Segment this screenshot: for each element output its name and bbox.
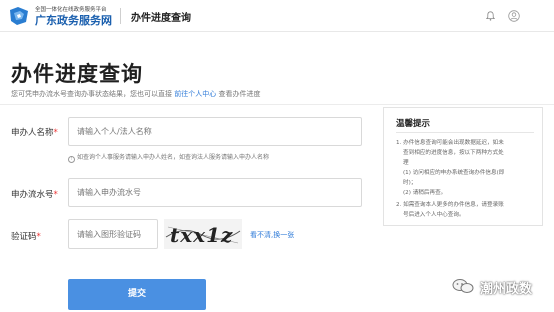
tips-title: 温馨提示: [396, 119, 431, 129]
serial-number-label: 申办流水号*: [11, 188, 58, 200]
subtitle-prefix: 您可凭申办流水号查询办事状态结果，您也可以直接: [11, 90, 172, 98]
captcha-noise-icon: txx1z: [165, 223, 241, 247]
captcha-label: 验证码*: [11, 230, 41, 242]
page: 全国一体化在线政务服务平台 广东政务服务网 办件进度查询 办件进度查询 您可凭申…: [0, 0, 554, 312]
applicant-name-label: 申办人名称*: [11, 126, 58, 138]
top-header: 全国一体化在线政务服务平台 广东政务服务网 办件进度查询: [0, 0, 554, 32]
header-divider: [120, 8, 121, 24]
brand-name[interactable]: 广东政务服务网: [35, 12, 112, 28]
captcha-label-text: 验证码: [11, 232, 37, 242]
tips-line: 1. 办件信息查询可能会出现数据延迟，如未: [396, 140, 504, 146]
page-title: 办件进度查询: [11, 62, 143, 86]
title-divider: [0, 104, 554, 105]
subtitle-suffix: 查看办件进度: [218, 90, 261, 98]
tips-line: (2) 请稍后再查。: [403, 190, 447, 196]
applicant-name-hint-text: 如查询个人事服务请输入申办人姓名，如查询法人服务请输入申办人名称: [77, 154, 270, 161]
captcha-image[interactable]: txx1z: [164, 219, 242, 249]
tips-line: 时)；: [403, 180, 417, 186]
tips-line: (1) 访问相应的申办系统查询办件信息(即: [403, 170, 505, 176]
wechat-icon: [452, 279, 474, 293]
required-mark: *: [36, 232, 41, 242]
captcha-refresh-link[interactable]: 看不清,换一张: [250, 230, 294, 240]
info-icon: !: [68, 156, 75, 163]
captcha-text: txx1z: [170, 223, 233, 247]
page-subtitle: 您可凭申办流水号查询办事状态结果，您也可以直接 前往个人中心 查看办件进度: [11, 89, 260, 99]
personal-center-link[interactable]: 前往个人中心: [174, 90, 216, 98]
captcha-input[interactable]: [68, 219, 158, 249]
tips-divider: [396, 132, 534, 133]
applicant-name-hint: ! 如查询个人事服务请输入申办人姓名，如查询法人服务请输入申办人名称: [68, 152, 269, 163]
applicant-name-input[interactable]: [68, 117, 362, 146]
serial-number-label-text: 申办流水号: [11, 190, 54, 200]
required-mark: *: [53, 190, 58, 200]
header-section-title: 办件进度查询: [131, 13, 191, 24]
bell-icon[interactable]: [486, 11, 495, 21]
user-avatar-icon[interactable]: [508, 10, 520, 22]
required-mark: *: [53, 128, 58, 138]
applicant-name-label-text: 申办人名称: [11, 128, 54, 138]
submit-button[interactable]: 提交: [68, 279, 206, 310]
watermark-text: 潮州政数: [480, 282, 533, 297]
serial-number-input[interactable]: [68, 178, 362, 207]
gov-logo-icon[interactable]: [8, 6, 30, 26]
tips-panel: 温馨提示 1. 办件信息查询可能会出现数据延迟，如未 查到相应的进度信息，按以下…: [383, 107, 543, 226]
tips-line: 号后进入个人中心查询。: [403, 212, 465, 218]
tips-line: 理: [403, 160, 409, 166]
tips-line: 2. 如需查询本人更多的办件信息，请登录账: [396, 202, 504, 208]
tips-line: 查到相应的进度信息，按以下两种方式处: [403, 150, 504, 156]
